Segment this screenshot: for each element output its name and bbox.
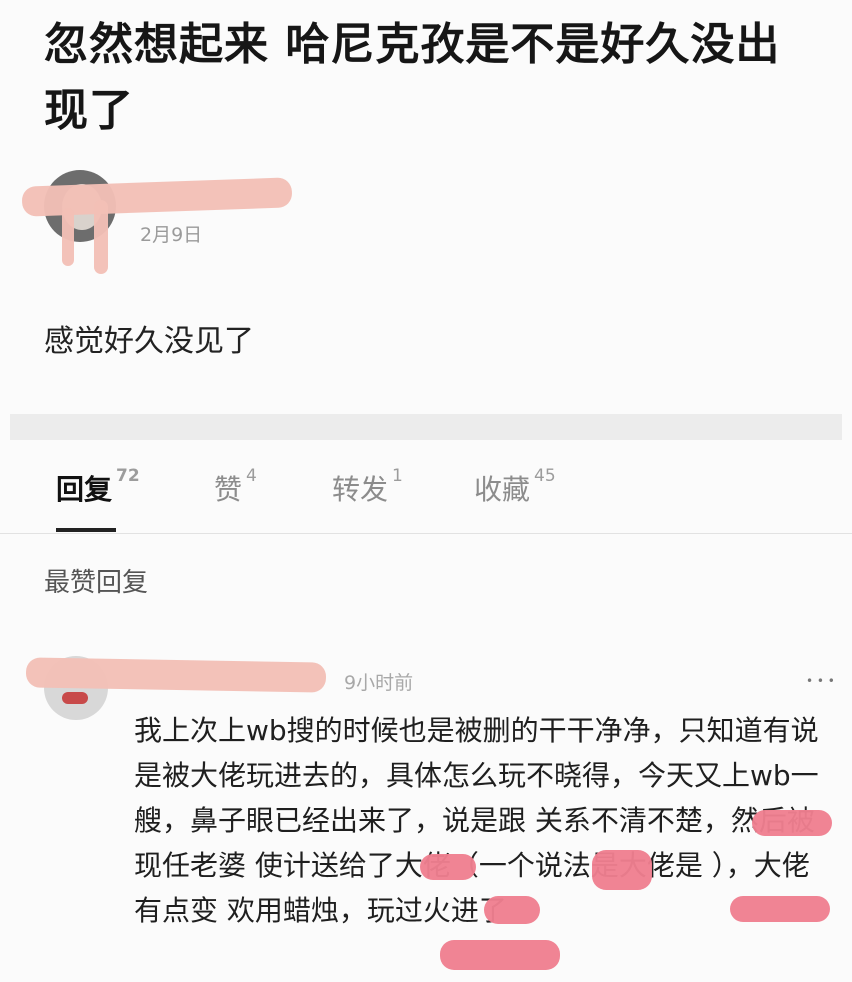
more-options-icon[interactable]: • • • — [806, 674, 835, 688]
text-redaction — [592, 850, 652, 890]
avatar-detail — [62, 692, 88, 704]
reply-author-redaction — [25, 657, 327, 693]
tab-likes[interactable]: 赞4 — [214, 466, 257, 508]
post-body: 感觉好久没见了 — [44, 324, 254, 359]
tab-reposts-label: 转发 — [332, 473, 389, 506]
post-title: 忽然想起来 哈尼克孜是不是好久没出现了 — [44, 19, 781, 136]
post-date: 2月9日 — [140, 224, 203, 246]
tab-favorites-count: 45 — [534, 466, 556, 486]
tab-replies-count: 72 — [116, 466, 140, 486]
reply-time: 9小时前 — [344, 672, 414, 694]
text-redaction — [484, 896, 540, 924]
author-name-redaction-drip — [94, 200, 108, 274]
text-redaction — [730, 896, 830, 922]
top-replies-label: 最赞回复 — [44, 568, 149, 598]
tab-likes-label: 赞 — [214, 473, 243, 506]
text-redaction — [440, 940, 560, 970]
section-divider — [10, 414, 842, 440]
author-name-redaction-drip — [62, 208, 74, 266]
tabs-border — [0, 533, 852, 534]
active-tab-underline — [56, 528, 116, 532]
interaction-tabs: 回复 72 赞4 转发 1 收藏 45 — [0, 460, 852, 534]
tab-favorites-label: 收藏 — [474, 473, 531, 506]
tab-replies[interactable]: 回复 72 — [56, 466, 140, 508]
tab-replies-label: 回复 — [56, 473, 113, 506]
text-redaction — [752, 810, 832, 836]
tab-favorites[interactable]: 收藏 45 — [474, 466, 556, 508]
text-redaction — [420, 854, 476, 880]
reply-text: 我上次上wb搜的时候也是被删的干干净净，只知道有说是被大佬玩进去的，具体怎么玩不… — [134, 714, 819, 927]
tab-likes-count: 4 — [246, 466, 257, 486]
tab-reposts[interactable]: 转发 1 — [332, 466, 403, 508]
tab-reposts-count: 1 — [392, 466, 403, 486]
